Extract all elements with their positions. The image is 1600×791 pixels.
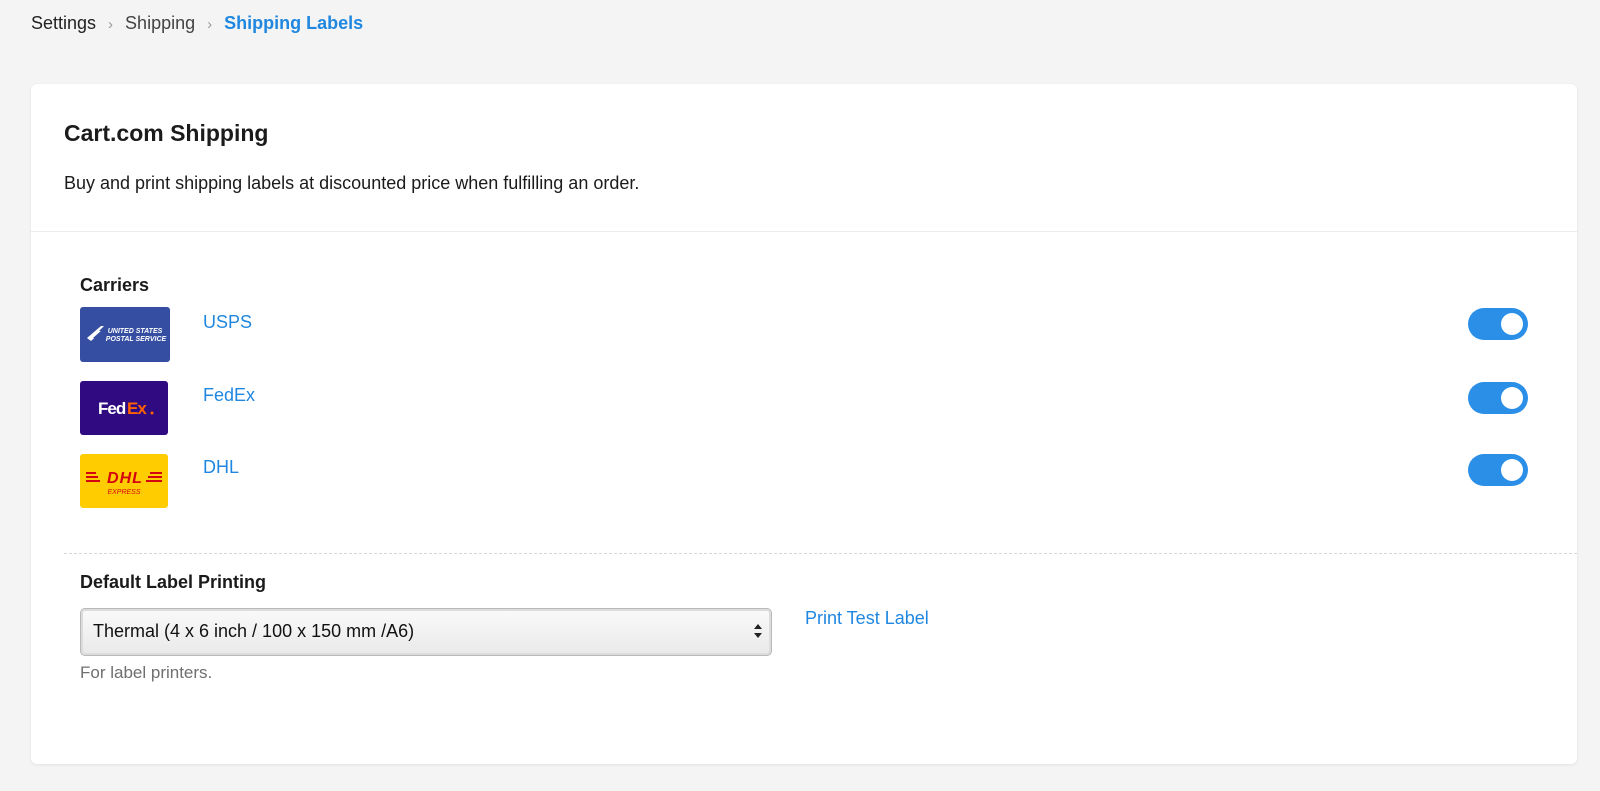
carrier-link-usps[interactable]: USPS	[203, 312, 252, 333]
label-format-select[interactable]: Thermal (4 x 6 inch / 100 x 150 mm /A6)	[80, 608, 772, 656]
toggle-dhl[interactable]	[1468, 454, 1528, 486]
carriers-label: Carriers	[80, 275, 150, 295]
svg-text:EXPRESS: EXPRESS	[107, 489, 140, 496]
dhl-logo: DHL EXPRESS	[80, 454, 168, 508]
usps-eagle-icon: UNITED STATES POSTAL SERVICE	[80, 307, 170, 362]
fedex-logo: Fed Ex	[80, 381, 168, 435]
label-format-value: Thermal (4 x 6 inch / 100 x 150 mm /A6)	[93, 621, 415, 641]
dhl-logo-icon: DHL EXPRESS	[80, 454, 168, 508]
breadcrumb-settings[interactable]: Settings	[31, 13, 96, 34]
toggle-usps[interactable]	[1468, 308, 1528, 340]
svg-text:Ex: Ex	[127, 399, 147, 418]
card-title: Cart.com Shipping	[64, 120, 269, 146]
section-divider	[64, 553, 1577, 554]
card-header: Cart.com Shipping Buy and print shipping…	[31, 84, 1577, 232]
carrier-link-fedex[interactable]: FedEx	[203, 385, 255, 406]
usps-logo: UNITED STATES POSTAL SERVICE	[80, 307, 170, 362]
toggle-knob	[1501, 387, 1523, 409]
breadcrumb-shipping-labels: Shipping Labels	[224, 12, 364, 33]
svg-text:POSTAL SERVICE: POSTAL SERVICE	[106, 336, 167, 343]
breadcrumb-separator-icon: ›	[207, 15, 213, 33]
fedex-logo-icon: Fed Ex	[80, 381, 168, 435]
card-description: Buy and print shipping labels at discoun…	[64, 173, 640, 193]
select-arrows-icon	[754, 624, 762, 638]
breadcrumb-separator-icon: ›	[108, 15, 114, 33]
toggle-knob	[1501, 459, 1523, 481]
svg-text:Fed: Fed	[98, 399, 126, 418]
carrier-link-dhl[interactable]: DHL	[203, 457, 239, 478]
toggle-knob	[1501, 313, 1523, 335]
breadcrumb: Settings › Shipping › Shipping Labels	[31, 12, 363, 34]
svg-text:DHL: DHL	[107, 470, 143, 487]
toggle-fedex[interactable]	[1468, 382, 1528, 414]
label-format-hint: For label printers.	[80, 663, 213, 682]
svg-text:UNITED STATES: UNITED STATES	[108, 328, 163, 335]
print-test-label-link[interactable]: Print Test Label	[805, 608, 929, 629]
shipping-card: Cart.com Shipping Buy and print shipping…	[31, 84, 1577, 764]
default-label-printing-label: Default Label Printing	[80, 572, 267, 592]
breadcrumb-shipping[interactable]: Shipping	[125, 13, 195, 34]
